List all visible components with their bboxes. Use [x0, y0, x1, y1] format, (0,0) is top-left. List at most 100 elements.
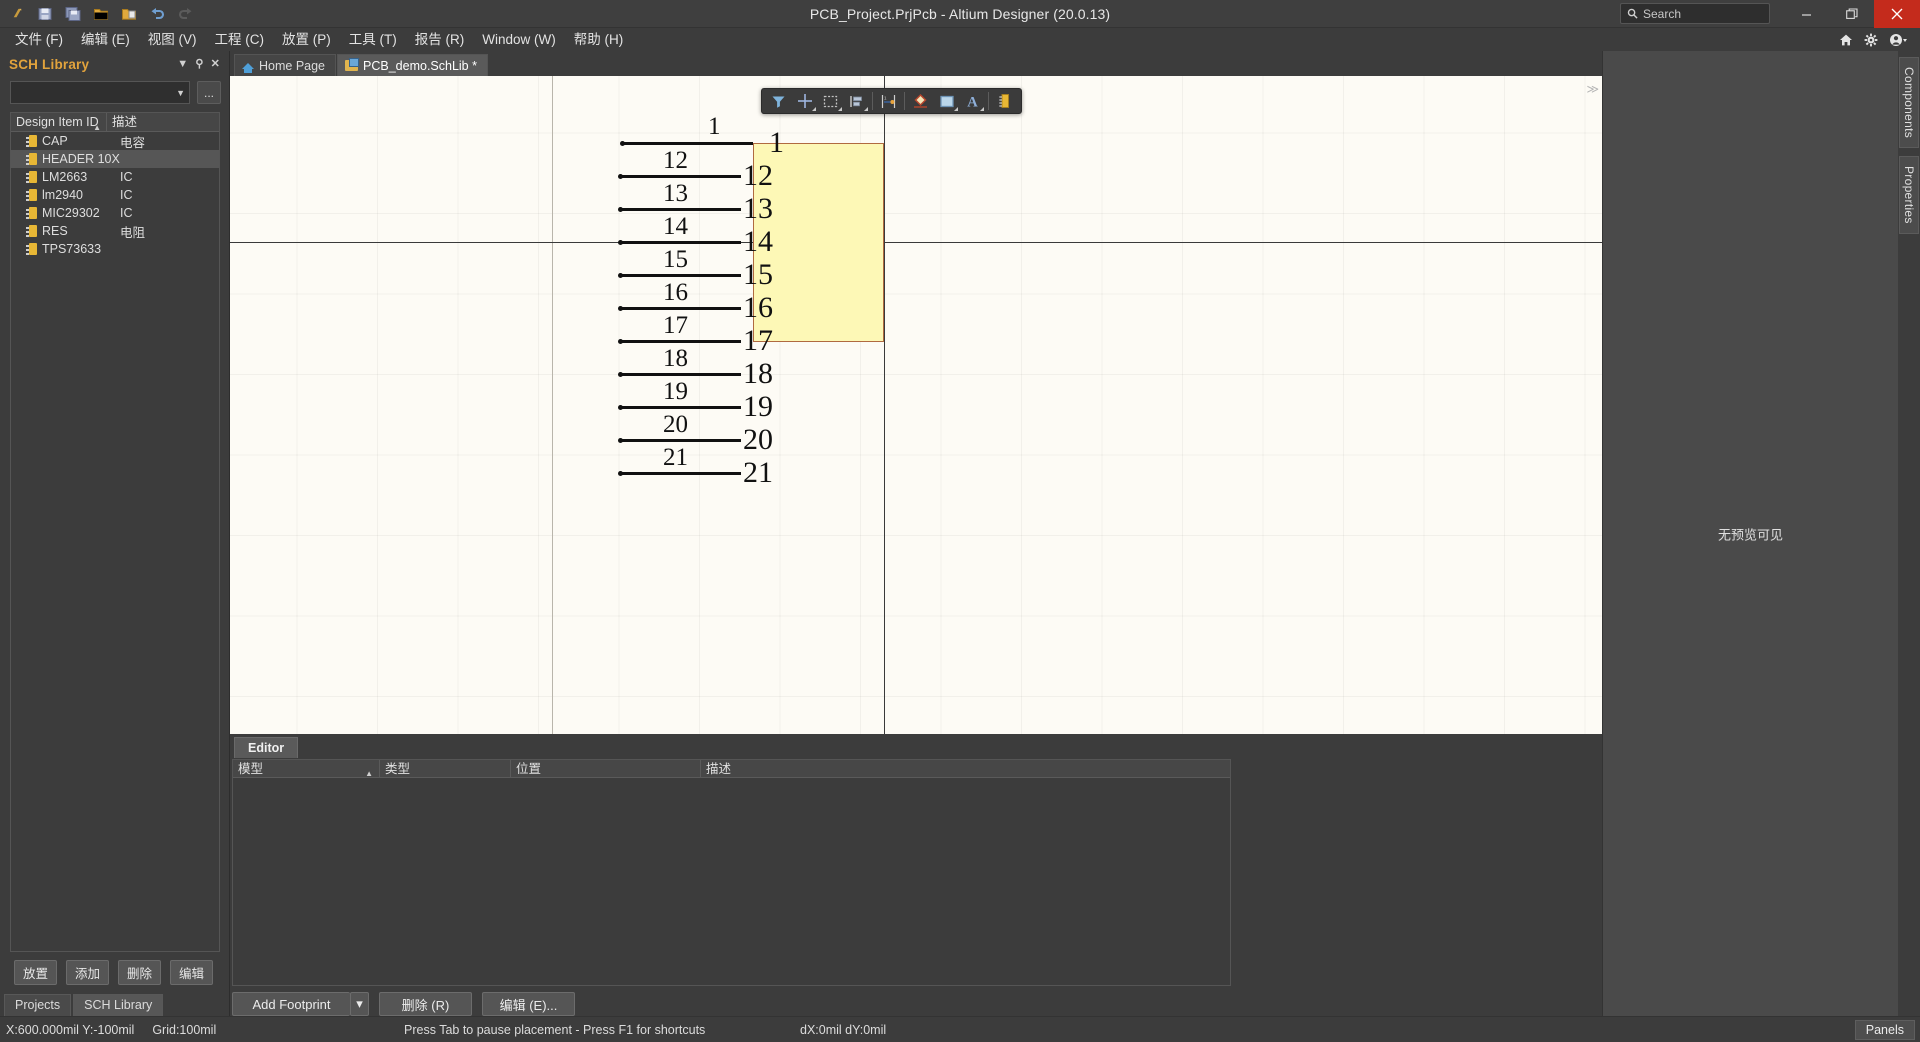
undo-icon[interactable] [144, 2, 170, 26]
menu-project[interactable]: 工程 (C) [206, 29, 274, 50]
gear-icon[interactable] [1864, 33, 1878, 47]
main-body: SCH Library ▼ ⚲ ✕ ▼ ... Design Item ID▲ [0, 51, 1920, 1016]
dock-tab-properties[interactable]: Properties [1899, 156, 1919, 234]
close-button[interactable] [1874, 0, 1920, 28]
place-part-icon[interactable] [908, 90, 933, 112]
tab-pcb-demo-schlib[interactable]: PCB_demo.SchLib * [337, 54, 488, 76]
menu-tools[interactable]: 工具 (T) [340, 29, 406, 50]
chevron-down-icon[interactable]: ▼ [177, 58, 188, 70]
tab-home-page[interactable]: Home Page [234, 54, 337, 76]
collapse-icon[interactable]: ≫ [1586, 82, 1599, 96]
pin-number: 21 [663, 444, 688, 471]
place-component-icon[interactable] [992, 90, 1017, 112]
column-header-description[interactable]: 描述 [701, 760, 1230, 777]
pin-number: 1 [708, 113, 721, 140]
menu-window[interactable]: Window (W) [473, 29, 565, 50]
list-item[interactable]: lm2940 IC [11, 186, 219, 204]
altium-logo-icon[interactable] [4, 2, 30, 26]
pin-number: 12 [663, 147, 688, 174]
home-icon[interactable] [1839, 33, 1853, 47]
list-item[interactable]: TPS73633 [11, 240, 219, 258]
maximize-button[interactable] [1829, 0, 1874, 28]
menu-bar: 文件 (F) 编辑 (E) 视图 (V) 工程 (C) 放置 (P) 工具 (T… [0, 28, 1920, 51]
pin-line [618, 438, 741, 443]
filter-icon[interactable] [766, 90, 791, 112]
altium-designer-window: PCB_Project.PrjPcb - Altium Designer (20… [0, 0, 1920, 1042]
grid-major-line [552, 76, 553, 734]
menu-place[interactable]: 放置 (P) [273, 29, 340, 50]
open-icon[interactable] [88, 2, 114, 26]
menu-view[interactable]: 视图 (V) [139, 29, 206, 50]
sch-library-panel: SCH Library ▼ ⚲ ✕ ▼ ... Design Item ID▲ [0, 51, 230, 1016]
component-icon [26, 153, 37, 165]
pin-icon[interactable]: ⚲ [195, 58, 203, 70]
list-item[interactable]: MIC29302 IC [11, 204, 219, 222]
column-header-description[interactable]: 描述 [107, 113, 219, 131]
toolbar-separator [872, 92, 873, 110]
editor-area: Home Page PCB_demo.SchLib * 1 1 12 12 13… [230, 51, 1602, 1016]
place-rectangle-icon[interactable] [934, 90, 959, 112]
open-project-icon[interactable] [116, 2, 142, 26]
add-button[interactable]: 添加 [66, 960, 109, 985]
schematic-canvas[interactable]: 1 1 12 12 13 13 14 14 15 15 16 16 17 17 … [230, 76, 1602, 734]
window-controls: Search [1620, 0, 1920, 28]
delete-model-button[interactable]: 删除 (R) [379, 992, 472, 1016]
delete-button[interactable]: 删除 [118, 960, 161, 985]
edit-model-button[interactable]: 编辑 (E)... [482, 992, 575, 1016]
save-all-icon[interactable] [60, 2, 86, 26]
pin-number: 15 [663, 246, 688, 273]
tab-editor[interactable]: Editor [234, 737, 299, 758]
save-icon[interactable] [32, 2, 58, 26]
place-button[interactable]: 放置 [14, 960, 57, 985]
search-input[interactable]: Search [1620, 3, 1770, 24]
browse-libraries-button[interactable]: ... [197, 81, 221, 104]
close-icon[interactable]: ✕ [211, 58, 220, 70]
pin-name: 20 [743, 423, 773, 456]
toolbar-separator [988, 92, 989, 110]
component-icon [26, 243, 37, 255]
svg-text:A: A [967, 95, 978, 110]
place-pin-icon[interactable]: 1 [876, 90, 901, 112]
panels-button[interactable]: Panels [1854, 1019, 1915, 1040]
align-icon[interactable] [844, 90, 869, 112]
column-header-model[interactable]: 模型 ▲ [233, 760, 380, 778]
select-region-icon[interactable] [818, 90, 843, 112]
pin-line [620, 141, 753, 146]
menu-edit[interactable]: 编辑 (E) [72, 29, 139, 50]
add-footprint-dropdown-icon[interactable]: ▾ [350, 992, 369, 1016]
crosshair-icon[interactable] [792, 90, 817, 112]
column-header-location[interactable]: 位置 [511, 760, 701, 777]
list-item[interactable]: CAP 电容 [11, 132, 219, 150]
account-icon[interactable] [1889, 33, 1908, 47]
column-header-type[interactable]: 类型 [380, 760, 511, 777]
minimize-button[interactable] [1784, 0, 1829, 28]
status-hint: Press Tab to pause placement - Press F1 … [404, 1022, 706, 1037]
edit-button[interactable]: 编辑 [170, 960, 213, 985]
dock-tab-components[interactable]: Components [1899, 57, 1919, 149]
list-item[interactable]: HEADER 10X2 [11, 150, 219, 168]
models-table-body[interactable] [233, 778, 1230, 985]
place-text-icon[interactable]: A [960, 90, 985, 112]
sort-asc-icon: ▲ [365, 769, 373, 778]
tab-projects[interactable]: Projects [4, 994, 72, 1016]
tab-sch-library[interactable]: SCH Library [73, 994, 164, 1016]
pin-line [618, 273, 741, 278]
menu-reports[interactable]: 报告 (R) [406, 29, 474, 50]
pin-name: 21 [743, 456, 773, 489]
pin-name: 18 [743, 357, 773, 390]
toolbar-separator [904, 92, 905, 110]
menu-help[interactable]: 帮助 (H) [565, 29, 633, 50]
library-filter-combo[interactable]: ▼ [10, 81, 190, 104]
editor-tab-strip: Editor [230, 734, 1602, 758]
add-footprint-button[interactable]: Add Footprint [232, 992, 350, 1016]
list-item[interactable]: LM2663 IC [11, 168, 219, 186]
menu-file[interactable]: 文件 (F) [6, 29, 72, 50]
panel-bottom-tabs: Projects SCH Library [0, 992, 229, 1016]
redo-icon[interactable] [172, 2, 198, 26]
search-placeholder-text: Search [1643, 6, 1682, 21]
design-items-rows: CAP 电容 HEADER 10X2 LM2663 IC lm2940 IC MIC2… [11, 132, 219, 951]
status-bar: X:600.000mil Y:-100mil Grid:100mil Press… [0, 1016, 1920, 1042]
column-header-design-item-id[interactable]: Design Item ID ▲ [11, 113, 107, 132]
pin-name: 16 [743, 291, 773, 324]
list-item[interactable]: RES 电阻 [11, 222, 219, 240]
